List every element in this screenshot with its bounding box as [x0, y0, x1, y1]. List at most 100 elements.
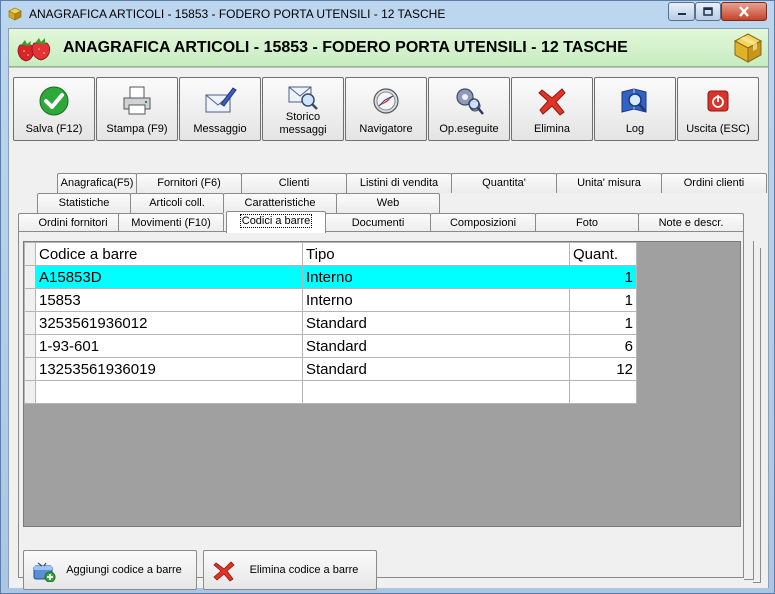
message-history-label: Storico messaggi: [263, 111, 343, 137]
type-cell[interactable]: Standard: [302, 311, 570, 335]
navigator-label: Navigatore: [359, 123, 413, 135]
tab-web[interactable]: Web: [336, 193, 440, 213]
book-search-icon: [621, 88, 647, 113]
column-header-quantity[interactable]: Quant.: [569, 242, 637, 266]
operations-done-label: Op.eseguite: [439, 123, 499, 135]
operations-done-button[interactable]: Op.eseguite: [428, 77, 510, 141]
gears-search-icon: [456, 88, 484, 115]
log-button[interactable]: Log: [594, 77, 676, 141]
type-cell[interactable]: Standard: [302, 334, 570, 358]
table-row[interactable]: 15853 Interno 1: [24, 288, 637, 312]
window-title: ANAGRAFICA ARTICOLI - 15853 - FODERO POR…: [29, 7, 446, 21]
tab-codici-a-barre[interactable]: Codici a barre: [226, 211, 326, 233]
barcode-cell[interactable]: 13253561936019: [35, 357, 303, 381]
barcode-cell[interactable]: 15853: [35, 288, 303, 312]
row-indicator[interactable]: [24, 265, 36, 289]
barcode-cell[interactable]: [35, 380, 303, 404]
delete-label: Elimina: [533, 123, 571, 135]
form-body: Salva (F12) Stampa (F9) Messaggio Storic…: [9, 68, 768, 590]
maximize-button[interactable]: [695, 2, 721, 21]
tab-caratteristiche[interactable]: Caratteristiche: [223, 193, 337, 213]
table-row[interactable]: A15853D Interno 1: [24, 265, 637, 289]
table-row[interactable]: 1-93-601 Standard 6: [24, 334, 637, 358]
print-label: Stampa (F9): [106, 123, 168, 135]
table-row[interactable]: 13253561936019 Standard 12: [24, 357, 637, 381]
row-indicator[interactable]: [24, 357, 36, 381]
tab-anagrafica[interactable]: Anagrafica(F5): [57, 173, 137, 193]
save-button[interactable]: Salva (F12): [13, 77, 95, 141]
envelope-pen-icon: [205, 87, 237, 113]
type-cell[interactable]: [302, 380, 570, 404]
quantity-cell[interactable]: 1: [569, 311, 637, 335]
tab-fornitori[interactable]: Fornitori (F6): [136, 173, 242, 193]
quantity-cell[interactable]: 1: [569, 265, 637, 289]
tab-listini-di-vendita[interactable]: Listini di vendita: [346, 173, 452, 193]
toolbar: Salva (F12) Stampa (F9) Messaggio Storic…: [13, 77, 759, 141]
navigator-button[interactable]: Navigatore: [345, 77, 427, 141]
red-x-icon: [538, 88, 566, 116]
print-button[interactable]: Stampa (F9): [96, 77, 178, 141]
tab-composizioni[interactable]: Composizioni: [430, 213, 536, 233]
tab-documenti[interactable]: Documenti: [325, 213, 431, 233]
minimize-button[interactable]: [668, 2, 695, 21]
tab-clienti[interactable]: Clienti: [241, 173, 347, 193]
compass-icon: [373, 88, 399, 114]
barcode-cell[interactable]: 1-93-601: [35, 334, 303, 358]
quantity-cell[interactable]: 6: [569, 334, 637, 358]
tab-codici-a-barre-label: Codici a barre: [239, 214, 313, 228]
type-cell[interactable]: Interno: [302, 265, 570, 289]
barcode-grid[interactable]: Codice a barre Tipo Quant. A15853D Inter…: [23, 241, 741, 527]
message-history-button[interactable]: Storico messaggi: [262, 77, 344, 141]
row-indicator[interactable]: [24, 334, 36, 358]
maximize-icon: [703, 7, 713, 16]
check-icon: [39, 86, 69, 116]
tab-unita-misura[interactable]: Unita' misura: [556, 173, 662, 193]
tab-stack-edge: [753, 248, 761, 583]
message-label: Messaggio: [193, 123, 247, 135]
message-history-label-line1: Storico: [285, 111, 321, 123]
quantity-cell[interactable]: 12: [569, 357, 637, 381]
save-label: Salva (F12): [25, 123, 83, 135]
column-header-type[interactable]: Tipo: [302, 242, 570, 266]
form-title: ANAGRAFICA ARTICOLI - 15853 - FODERO POR…: [63, 39, 628, 56]
barcode-table: Codice a barre Tipo Quant. A15853D Inter…: [24, 242, 637, 404]
quantity-cell[interactable]: [569, 380, 637, 404]
tab-ordini-fornitori[interactable]: Ordini fornitori: [18, 213, 128, 233]
type-cell[interactable]: Standard: [302, 357, 570, 381]
title-bar[interactable]: ANAGRAFICA ARTICOLI - 15853 - FODERO POR…: [1, 1, 774, 28]
column-header-barcode[interactable]: Codice a barre: [35, 242, 303, 266]
barcode-cell[interactable]: 3253561936012: [35, 311, 303, 335]
exit-button[interactable]: Uscita (ESC): [677, 77, 759, 141]
envelope-search-icon: [288, 86, 318, 110]
barcode-cell[interactable]: A15853D: [35, 265, 303, 289]
tab-foto[interactable]: Foto: [535, 213, 639, 233]
add-barcode-button[interactable]: Aggiungi codice a barre: [23, 550, 197, 590]
tab-quantita[interactable]: Quantita': [451, 173, 557, 193]
message-history-label-line2: messaggi: [279, 124, 327, 136]
table-header-row: Codice a barre Tipo Quant.: [24, 242, 637, 266]
message-button[interactable]: Messaggio: [179, 77, 261, 141]
new-row[interactable]: [24, 380, 637, 404]
delete-button[interactable]: Elimina: [511, 77, 593, 141]
tab-note-e-descr[interactable]: Note e descr.: [638, 213, 744, 233]
table-row[interactable]: 3253561936012 Standard 1: [24, 311, 637, 335]
row-indicator[interactable]: [24, 288, 36, 312]
tab-statistiche[interactable]: Statistiche: [37, 193, 131, 213]
box-app-icon: [8, 7, 22, 21]
remove-barcode-label: Elimina codice a barre: [249, 564, 359, 576]
remove-barcode-button[interactable]: Elimina codice a barre: [203, 550, 377, 590]
tab-ordini-clienti[interactable]: Ordini clienti: [661, 173, 767, 193]
tab-articoli-coll[interactable]: Articoli coll.: [130, 193, 224, 213]
add-barcode-label: Aggiungi codice a barre: [66, 564, 182, 576]
type-cell[interactable]: Interno: [302, 288, 570, 312]
barcode-panel: Codice a barre Tipo Quant. A15853D Inter…: [18, 231, 744, 590]
log-label: Log: [625, 123, 645, 135]
close-button[interactable]: [721, 2, 767, 21]
quantity-cell[interactable]: 1: [569, 288, 637, 312]
tab-movimenti[interactable]: Movimenti (F10): [118, 213, 224, 233]
exit-label: Uscita (ESC): [686, 123, 750, 135]
row-indicator[interactable]: [24, 311, 36, 335]
row-indicator[interactable]: [24, 380, 36, 404]
strawberries-logo-icon: [17, 38, 51, 62]
printer-icon: [123, 86, 151, 115]
